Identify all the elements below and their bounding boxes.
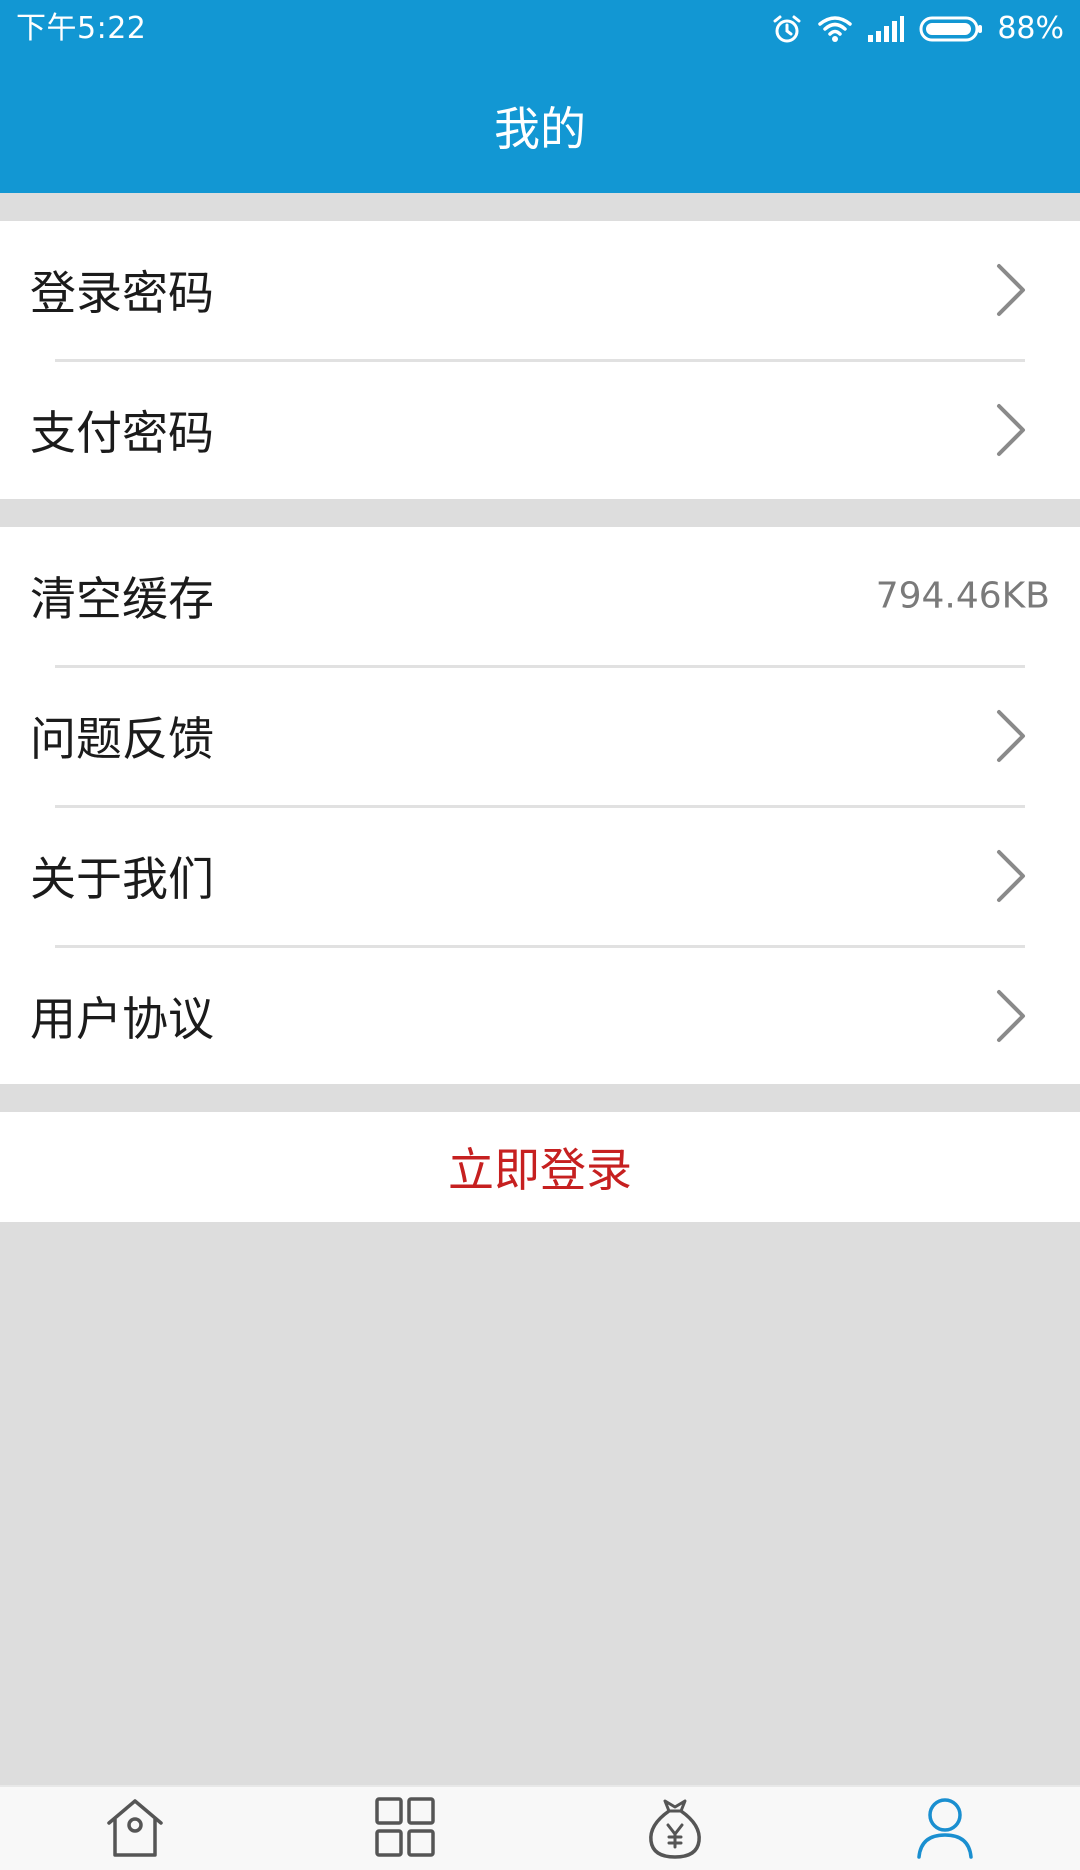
status-time: 下午5:22 — [16, 11, 147, 46]
battery-percentage: 88% — [997, 11, 1064, 46]
chevron-right-icon — [994, 708, 1028, 764]
security-group: 登录密码 支付密码 — [0, 221, 1080, 499]
alarm-icon — [771, 13, 803, 45]
title-bar: 我的 — [0, 58, 1080, 193]
wifi-icon — [817, 14, 853, 44]
chevron-right-icon — [994, 848, 1028, 904]
nav-mine[interactable] — [900, 1795, 990, 1867]
cache-size-value: 794.46KB — [875, 575, 1050, 617]
login-group: 立即登录 — [0, 1112, 1080, 1222]
feedback-label: 问题反馈 — [30, 712, 214, 766]
payment-password-row[interactable]: 支付密码 — [0, 361, 1080, 499]
page-title: 我的 — [494, 101, 586, 156]
clear-cache-label: 清空缓存 — [30, 572, 214, 626]
nav-home[interactable] — [90, 1795, 180, 1867]
about-us-row[interactable]: 关于我们 — [0, 807, 1080, 945]
nav-apps[interactable] — [360, 1795, 450, 1867]
home-icon — [103, 1795, 167, 1863]
feedback-row[interactable]: 问题反馈 — [0, 667, 1080, 805]
status-icons: 88% — [771, 10, 1064, 48]
login-password-label: 登录密码 — [30, 266, 214, 320]
user-agreement-label: 用户协议 — [30, 991, 214, 1046]
clear-cache-row[interactable]: 清空缓存 794.46KB — [0, 527, 1080, 665]
chevron-right-icon — [994, 262, 1028, 318]
bottom-navigation — [0, 1785, 1080, 1870]
my-page: 下午5:22 88% 我的 登录密码 支付密码 清空缓存 794.46KB 问题… — [0, 0, 1080, 1870]
login-password-row[interactable]: 登录密码 — [0, 221, 1080, 359]
chevron-right-icon — [994, 402, 1028, 458]
status-bar: 下午5:22 88% — [0, 0, 1080, 58]
money-bag-icon — [643, 1795, 707, 1863]
nav-finance[interactable] — [630, 1795, 720, 1867]
about-us-label: 关于我们 — [30, 852, 214, 906]
header: 下午5:22 88% 我的 — [0, 0, 1080, 193]
signal-icon — [867, 15, 905, 43]
login-now-button[interactable]: 立即登录 — [0, 1112, 1080, 1222]
user-agreement-row[interactable]: 用户协议 — [0, 947, 1080, 1084]
payment-password-label: 支付密码 — [30, 406, 214, 460]
chevron-right-icon — [994, 988, 1028, 1044]
user-icon — [913, 1795, 977, 1863]
battery-icon — [919, 15, 983, 43]
grid-icon — [373, 1795, 437, 1863]
settings-group: 清空缓存 794.46KB 问题反馈 关于我们 用户协议 — [0, 527, 1080, 1084]
